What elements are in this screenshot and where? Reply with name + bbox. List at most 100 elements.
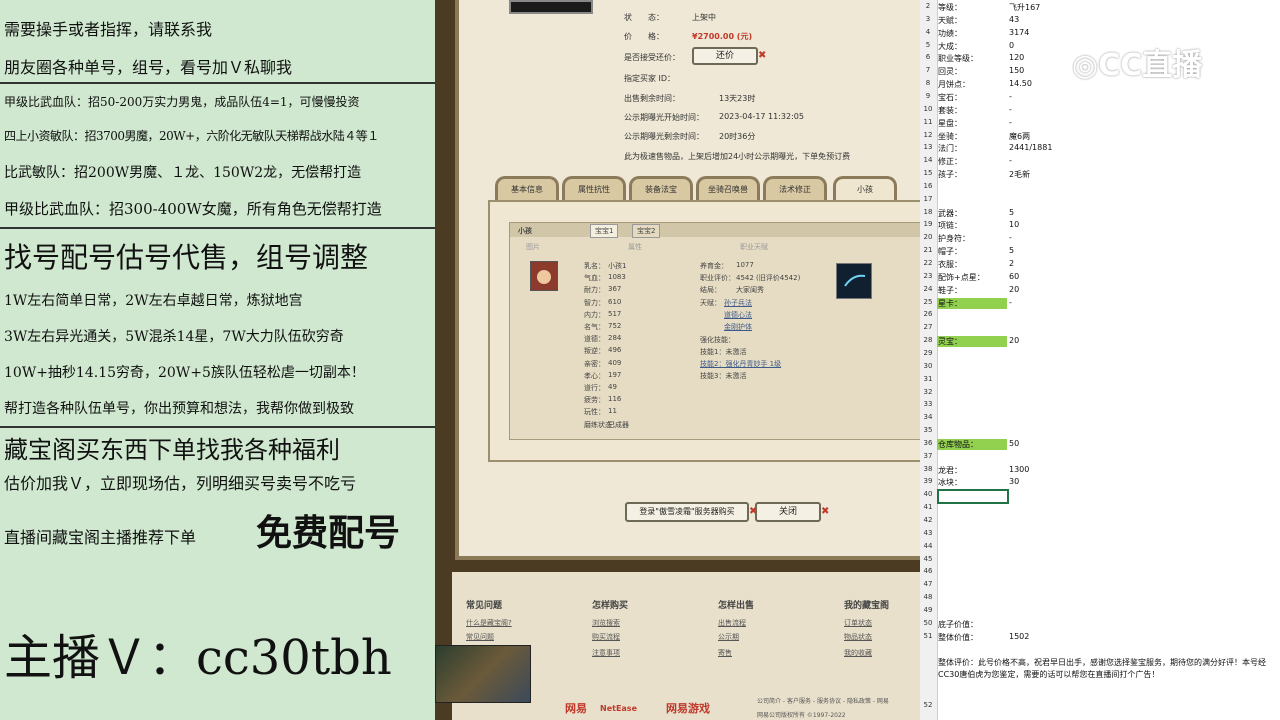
footer-link[interactable]: 订单状态 xyxy=(844,618,872,628)
cell-label[interactable]: 功绩： xyxy=(938,28,962,39)
cell-label[interactable]: 鞋子： xyxy=(938,285,962,296)
footer-copyright: 网易公司版权所有 ©1997-2022 xyxy=(757,712,846,719)
footer-link[interactable]: 我的收藏 xyxy=(844,648,872,658)
footer-link[interactable]: 物品状态 xyxy=(844,632,872,642)
cell-label[interactable]: 龙君： xyxy=(938,465,962,476)
subtab-baby1[interactable]: 宝宝1 xyxy=(590,224,619,238)
bargain-button[interactable]: 还价 xyxy=(692,47,758,65)
cell-value[interactable]: - xyxy=(1009,298,1012,307)
footer-link[interactable]: 购买流程 xyxy=(592,632,620,642)
ad-line: 帮打造各种队伍单号，你出预算和想法，我帮你做到极致 xyxy=(4,401,354,417)
talent-link[interactable]: 道德心法 xyxy=(724,310,752,320)
subtab-baby2[interactable]: 宝宝2 xyxy=(632,224,661,238)
cell-value[interactable]: 3174 xyxy=(1009,28,1029,37)
cell-label[interactable]: 星卡： xyxy=(938,298,962,309)
cell-value[interactable]: 43 xyxy=(1009,15,1019,24)
cell-value[interactable]: 2 xyxy=(1009,259,1014,268)
cell-value[interactable]: 120 xyxy=(1009,53,1024,62)
tab-attributes[interactable]: 属性抗性 xyxy=(562,176,626,200)
cell-label[interactable]: 灵宝： xyxy=(938,336,962,347)
cell-value[interactable]: 10 xyxy=(1009,220,1019,229)
cell-value[interactable]: 5 xyxy=(1009,246,1014,255)
cell-label[interactable]: 回灵： xyxy=(938,66,962,77)
cell-label[interactable]: 帽子： xyxy=(938,246,962,257)
cell-label[interactable]: 宝石： xyxy=(938,92,962,103)
close-button[interactable]: 关闭 xyxy=(755,502,821,522)
footer-link[interactable]: 寄售 xyxy=(718,648,732,658)
cell-label[interactable]: 孩子： xyxy=(938,169,962,180)
cell-label[interactable]: 底子价值： xyxy=(938,619,978,630)
selected-cell[interactable] xyxy=(937,489,1009,505)
stat-label: 玩性： xyxy=(584,408,605,417)
cell-label[interactable]: 项链： xyxy=(938,220,962,231)
footer-link[interactable]: 注意事项 xyxy=(592,648,620,658)
tab-basic-info[interactable]: 基本信息 xyxy=(495,176,559,200)
tab-mounts-pets[interactable]: 坐骑召唤兽 xyxy=(696,176,760,200)
public-remaining-value: 20时36分 xyxy=(719,132,756,141)
cell-value[interactable]: 150 xyxy=(1009,66,1024,75)
cell-label[interactable]: 星盘： xyxy=(938,118,962,129)
cell-value[interactable]: - xyxy=(1009,118,1012,127)
cell-label[interactable]: 仓库物品： xyxy=(938,439,978,450)
talent-link[interactable]: 孙子兵法 xyxy=(724,298,752,308)
cell-label[interactable]: 大成： xyxy=(938,41,962,52)
cell-value[interactable]: 5 xyxy=(1009,208,1014,217)
cell-value[interactable]: 1502 xyxy=(1009,632,1029,641)
cell-value[interactable]: 2441/1881 xyxy=(1009,143,1052,152)
cell-value[interactable]: 30 xyxy=(1009,477,1019,486)
cell-value[interactable]: 2毛新 xyxy=(1009,169,1030,180)
cell-label[interactable]: 套装： xyxy=(938,105,962,116)
divider xyxy=(0,82,435,84)
cell-label[interactable]: 月饼点： xyxy=(938,79,970,90)
footer-link[interactable]: 常见问题 xyxy=(466,632,494,642)
cell-value[interactable]: 1300 xyxy=(1009,465,1029,474)
cell-value[interactable]: 20 xyxy=(1009,336,1019,345)
cell-label[interactable]: 冰块： xyxy=(938,477,962,488)
cell-value[interactable]: - xyxy=(1009,233,1012,242)
cell-value[interactable]: 14.50 xyxy=(1009,79,1032,88)
tab-spell-correction[interactable]: 法术修正 xyxy=(763,176,827,200)
cell-label[interactable]: 修正： xyxy=(938,156,962,167)
footer-link[interactable]: 什么是藏宝阁? xyxy=(466,618,512,628)
cell-label[interactable]: 职业等级： xyxy=(938,53,978,64)
row-number: 27 xyxy=(920,323,936,335)
cell-label[interactable]: 配饰+点星： xyxy=(938,272,985,283)
cell-label[interactable]: 武器： xyxy=(938,208,962,219)
cell-label[interactable]: 法门： xyxy=(938,143,962,154)
cell-label[interactable]: 等级： xyxy=(938,2,962,13)
status-value: 上架中 xyxy=(692,13,716,22)
cell-value[interactable]: 20 xyxy=(1009,285,1019,294)
footer-bottom-links[interactable]: 公司简介 - 客户服务 - 服务协议 - 隐私政策 - 网易 xyxy=(757,696,889,705)
cell-value[interactable]: 0 xyxy=(1009,41,1014,50)
footer-link[interactable]: 公示期 xyxy=(718,632,739,642)
tab-child[interactable]: 小孩 xyxy=(833,176,897,200)
footer-link[interactable]: 出售流程 xyxy=(718,618,746,628)
cell-label[interactable]: 天赋： xyxy=(938,15,962,26)
skill-entry[interactable]: 技能2：强化丹青妙手 1级 xyxy=(700,359,781,369)
cell-label[interactable]: 整体价值： xyxy=(938,632,978,643)
cell-value[interactable]: - xyxy=(1009,92,1012,101)
stat-value: 367 xyxy=(608,285,622,294)
card-title: 小孩 xyxy=(518,227,532,235)
cell-value[interactable]: - xyxy=(1009,156,1012,165)
status-label: 状 态： xyxy=(624,13,664,22)
talent-link[interactable]: 金刚护体 xyxy=(724,322,752,332)
cell-value[interactable]: - xyxy=(1009,105,1012,114)
row-number: 34 xyxy=(920,413,936,425)
cell-value[interactable]: 60 xyxy=(1009,272,1019,281)
row-number: 12 xyxy=(920,130,936,142)
tab-equipment[interactable]: 装备法宝 xyxy=(629,176,693,200)
stat-label: 道行： xyxy=(584,384,605,392)
price-value: ¥2700.00 (元) xyxy=(692,32,753,41)
cell-value[interactable]: 飞升167 xyxy=(1009,2,1040,13)
cell-value[interactable]: 50 xyxy=(1009,439,1019,448)
stat-label: 耐力： xyxy=(584,286,605,295)
cell-label[interactable]: 衣服： xyxy=(938,259,962,270)
cell-label[interactable]: 护身符： xyxy=(938,233,970,244)
stat-value: 已成器 xyxy=(608,420,629,429)
cell-label[interactable]: 坐骑： xyxy=(938,131,962,142)
login-buy-button[interactable]: 登录"傲雪凌霜"服务器购买 xyxy=(625,502,749,522)
footer-link[interactable]: 浏览搜索 xyxy=(592,618,620,628)
cell-value[interactable]: 魔6两 xyxy=(1009,131,1030,142)
stat-label: 智力： xyxy=(584,298,605,307)
